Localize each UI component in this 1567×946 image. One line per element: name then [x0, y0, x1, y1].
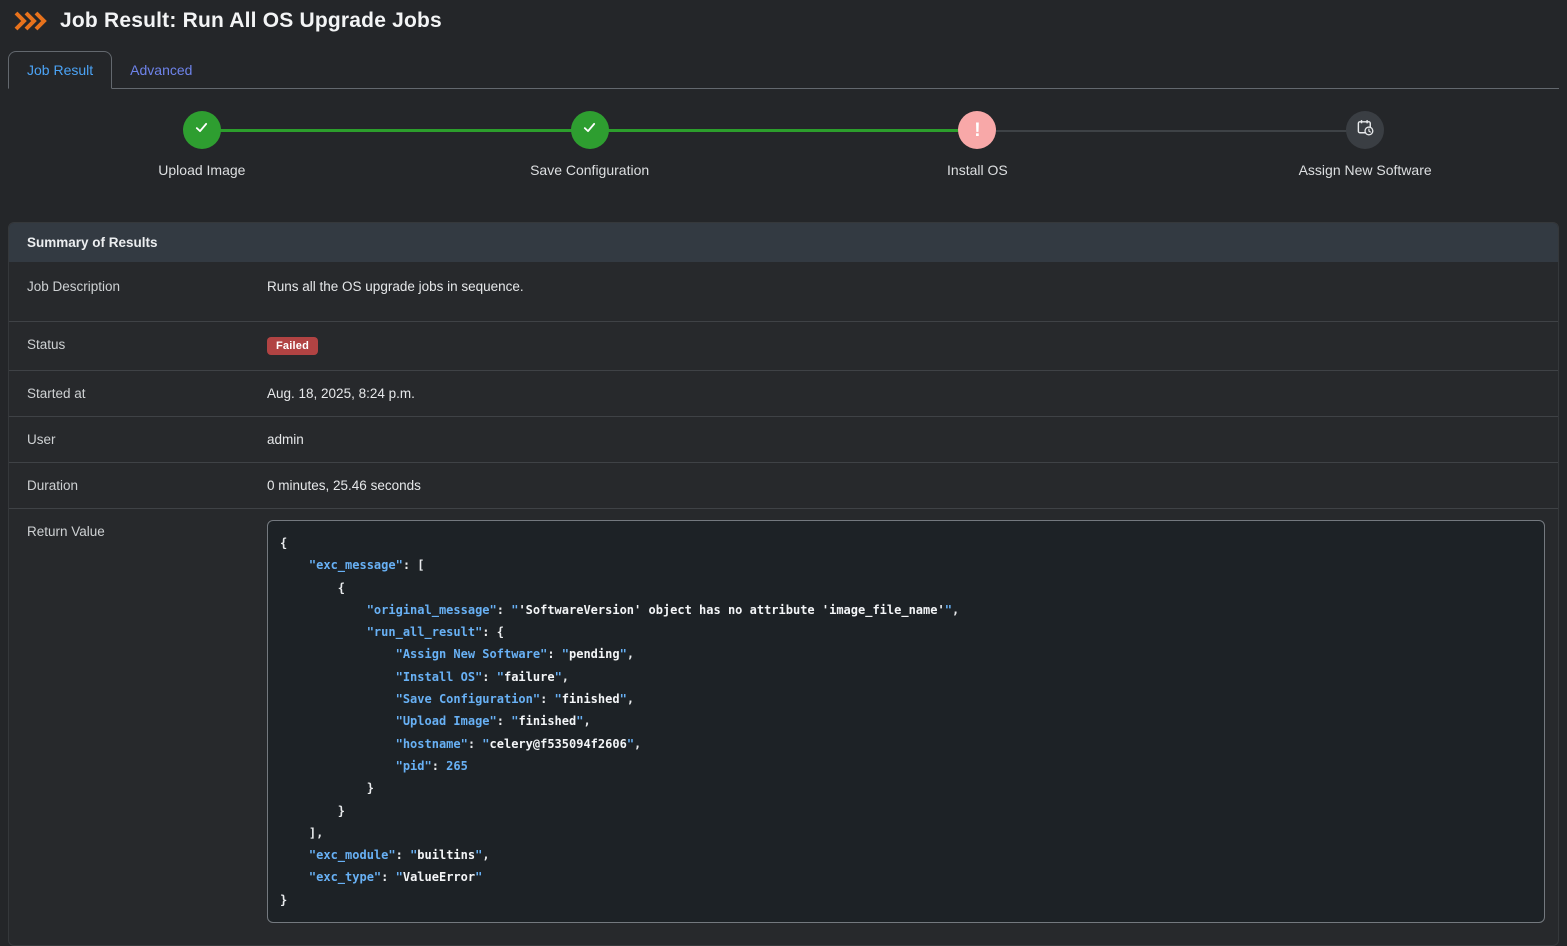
row-duration: Duration 0 minutes, 25.46 seconds [9, 462, 1558, 508]
tab-bar: Job Result Advanced [8, 49, 1559, 89]
tab-advanced[interactable]: Advanced [112, 52, 210, 88]
step-failed-circle: ! [958, 111, 996, 149]
step-label: Assign New Software [1299, 162, 1432, 178]
row-return-value: Return Value { "exc_message": [ { "origi… [9, 508, 1558, 945]
row-label: Return Value [9, 509, 267, 945]
step-install-os: ! Install OS [784, 111, 1172, 178]
step-success-circle [571, 111, 609, 149]
step-pending-circle [1346, 111, 1384, 149]
row-status: Status Failed [9, 321, 1558, 370]
step-success-circle [183, 111, 221, 149]
step-assign-new-software: Assign New Software [1171, 111, 1559, 178]
row-value: { "exc_message": [ { "original_message":… [267, 509, 1558, 945]
row-value: Failed [267, 322, 1558, 370]
row-started-at: Started at Aug. 18, 2025, 8:24 p.m. [9, 370, 1558, 416]
exclamation-icon: ! [974, 121, 980, 140]
step-label: Upload Image [158, 162, 245, 178]
triple-chevron-icon [14, 11, 47, 31]
page-title: Job Result: Run All OS Upgrade Jobs [60, 9, 442, 33]
row-value: admin [267, 417, 1558, 462]
summary-panel: Summary of Results Job Description Runs … [8, 222, 1559, 946]
row-value: Runs all the OS upgrade jobs in sequence… [267, 262, 1558, 321]
row-label: Job Description [9, 262, 267, 321]
row-user: User admin [9, 416, 1558, 462]
step-label: Save Configuration [530, 162, 649, 178]
return-value-code: { "exc_message": [ { "original_message":… [267, 520, 1545, 923]
row-job-description: Job Description Runs all the OS upgrade … [9, 262, 1558, 321]
row-label: Status [9, 322, 267, 370]
tab-job-result[interactable]: Job Result [8, 51, 112, 89]
status-badge: Failed [267, 337, 318, 355]
row-label: User [9, 417, 267, 462]
check-icon [581, 119, 598, 141]
step-label: Install OS [947, 162, 1008, 178]
summary-panel-header: Summary of Results [9, 223, 1558, 262]
row-value: Aug. 18, 2025, 8:24 p.m. [267, 371, 1558, 416]
step-upload-image: Upload Image [8, 111, 396, 178]
row-value: 0 minutes, 25.46 seconds [267, 463, 1558, 508]
row-label: Duration [9, 463, 267, 508]
check-icon [193, 119, 210, 141]
row-label: Started at [9, 371, 267, 416]
job-stepper: Upload Image Save Configuration ! Instal… [8, 111, 1559, 203]
calendar-clock-icon [1356, 118, 1375, 142]
step-save-configuration: Save Configuration [396, 111, 784, 178]
page-header: Job Result: Run All OS Upgrade Jobs [0, 0, 1567, 36]
